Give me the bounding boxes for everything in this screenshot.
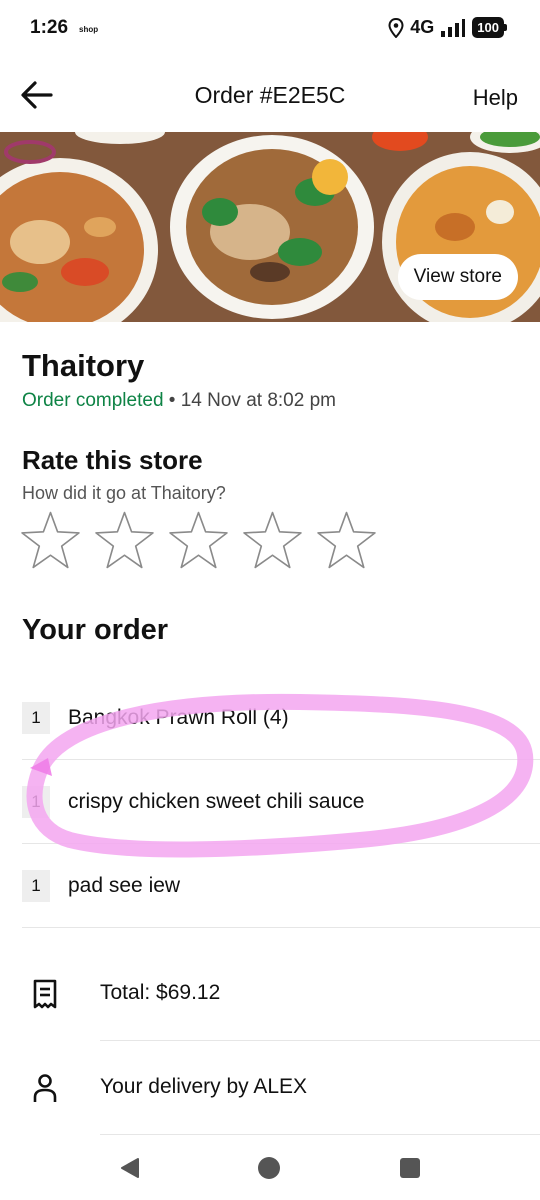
divider — [100, 1134, 540, 1135]
star-icon[interactable] — [242, 510, 303, 570]
total-row[interactable]: Total: $69.12 — [0, 945, 540, 1039]
star-rating — [20, 510, 377, 570]
order-datetime: 14 Nov at 8:02 pm — [180, 390, 336, 411]
order-item: 1 crispy chicken sweet chili sauce — [22, 760, 540, 844]
order-status: Order completed — [22, 390, 164, 411]
view-store-button[interactable]: View store — [397, 254, 518, 300]
delivery-driver: Your delivery by ALEX — [100, 1075, 308, 1098]
order-item: 1 Bangkok Prawn Roll (4) — [22, 676, 540, 760]
item-name: pad see iew — [68, 874, 181, 897]
order-item: 1 pad see iew — [22, 844, 540, 928]
order-total: Total: $69.12 — [100, 981, 221, 1004]
circle-home-icon[interactable] — [257, 1156, 281, 1180]
battery-icon: 100 — [472, 17, 507, 38]
signal-icon — [441, 18, 466, 37]
star-icon[interactable] — [94, 510, 155, 570]
star-icon[interactable] — [316, 510, 377, 570]
page-title: Order #E2E5C — [194, 82, 346, 108]
your-order-heading: Your order — [22, 614, 169, 646]
delivery-row[interactable]: Your delivery by ALEX — [0, 1041, 540, 1135]
network-label: 4G — [410, 17, 435, 37]
status-separator: • — [163, 390, 181, 411]
item-quantity: 1 — [22, 786, 50, 818]
system-nav-bar — [0, 1140, 540, 1200]
top-bar: Order #E2E5C Help — [0, 60, 540, 132]
rate-store-prompt: How did it go at Thaitory? — [22, 483, 226, 503]
store-name: Thaitory — [22, 348, 145, 383]
rate-store-title: Rate this store — [22, 445, 203, 475]
order-status-line: Order completed • 14 Nov at 8:02 pm — [22, 390, 336, 412]
store-banner-image: View store — [0, 132, 540, 322]
status-icons: 4G 100 — [388, 17, 507, 38]
item-quantity: 1 — [22, 702, 50, 734]
square-recents-icon[interactable] — [399, 1156, 421, 1180]
order-items-list: 1 Bangkok Prawn Roll (4) 1 crispy chicke… — [22, 676, 540, 928]
person-icon — [33, 1074, 57, 1102]
item-quantity: 1 — [22, 870, 50, 902]
item-name: crispy chicken sweet chili sauce — [68, 790, 365, 813]
star-icon[interactable] — [168, 510, 229, 570]
help-button[interactable]: Help — [473, 85, 518, 111]
triangle-back-icon[interactable] — [118, 1156, 142, 1180]
item-name: Bangkok Prawn Roll (4) — [68, 706, 289, 729]
status-bar: 1:26 shop 4G 100 — [0, 0, 540, 60]
star-icon[interactable] — [20, 510, 81, 570]
status-shop-label: shop — [79, 25, 99, 34]
receipt-icon — [33, 979, 57, 1009]
location-pin-icon — [388, 17, 404, 38]
status-time: 1:26 — [30, 17, 69, 38]
